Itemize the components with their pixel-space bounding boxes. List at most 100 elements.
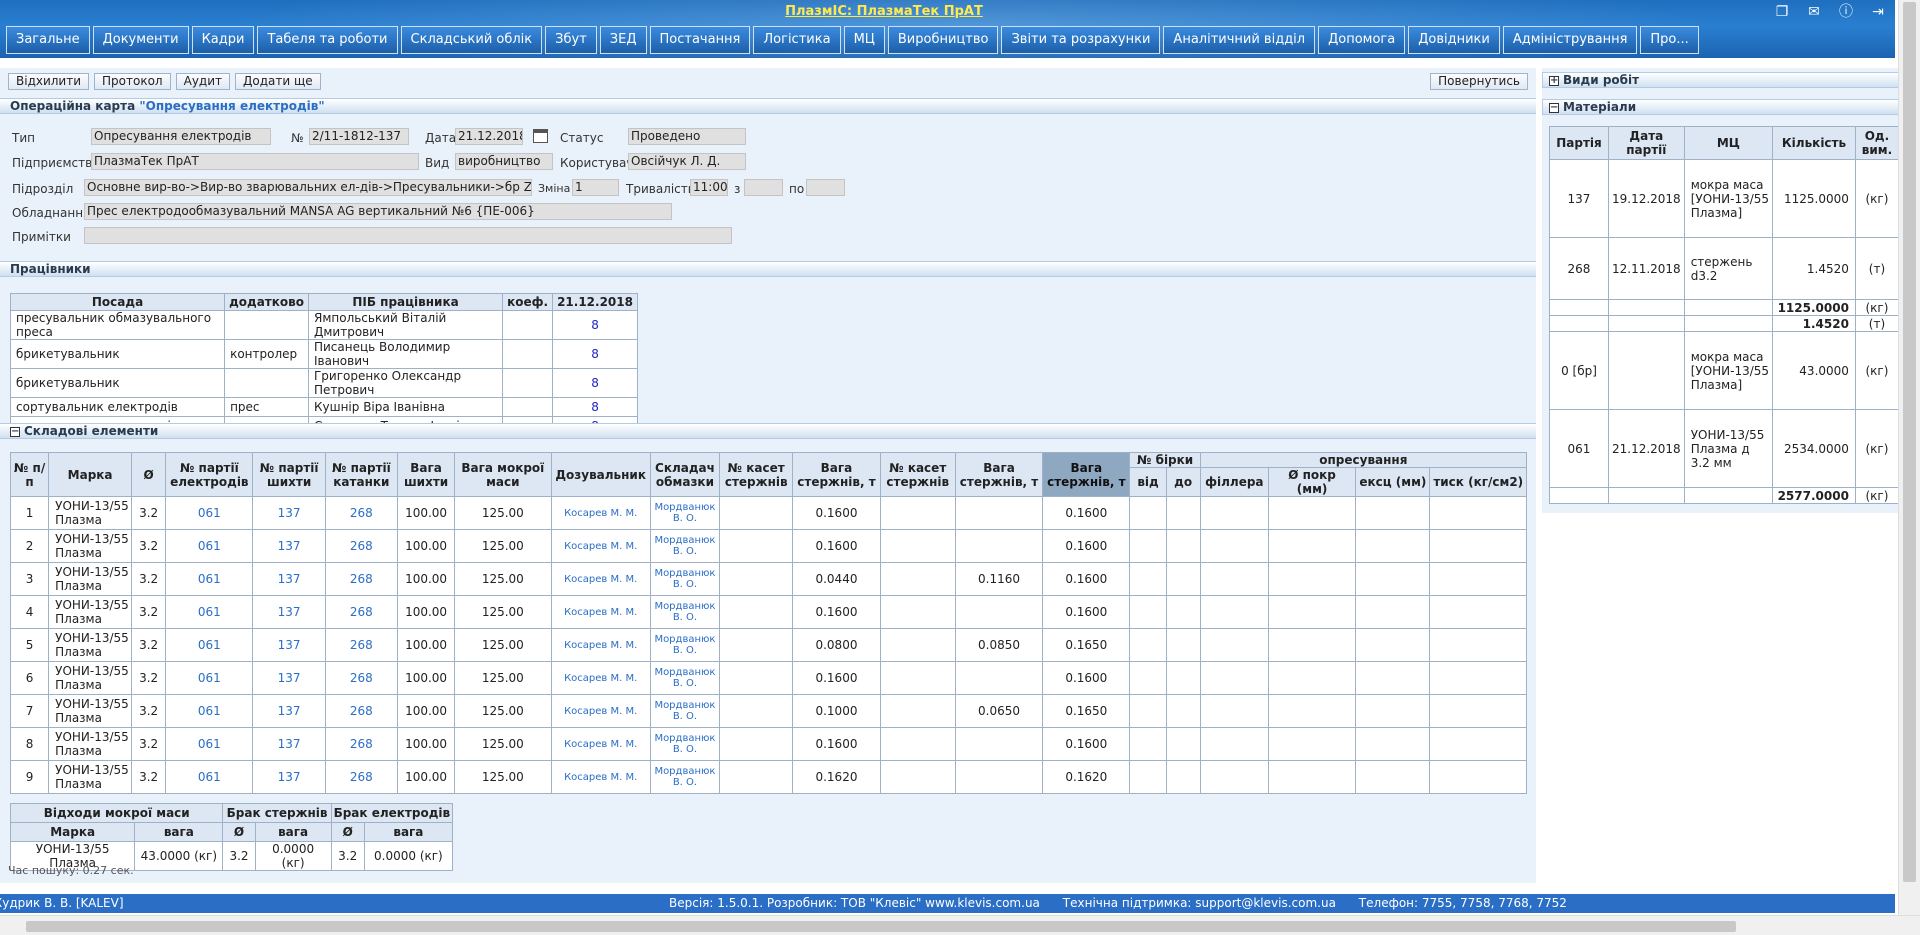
vertical-scrollbar[interactable] [1898, 0, 1920, 915]
mail-icon[interactable]: ✉ [1805, 4, 1823, 20]
menu-item-sales[interactable]: Збут [545, 26, 597, 54]
cell-batch-rod[interactable]: 268 [324, 727, 398, 761]
protocol-button[interactable]: Протокол [94, 73, 171, 90]
menu-item-personnel[interactable]: Кадри [191, 26, 255, 54]
reject-button[interactable]: Відхилити [8, 73, 90, 90]
equipment-field[interactable]: Прес електродообмазувальний MANSA AG вер… [84, 203, 672, 220]
cell-doser[interactable]: Косарев М. М. [550, 496, 651, 530]
menu-item-documents[interactable]: Документи [92, 26, 189, 54]
division-field[interactable]: Основне вир-во->Вир-во зварювальних ел-д… [84, 179, 532, 196]
table-row[interactable]: брикетувальник Григоренко Олександр Петр… [9, 368, 638, 398]
windows-icon[interactable]: ❐ [1773, 4, 1791, 20]
menu-item-logistics[interactable]: Логістика [753, 26, 841, 54]
cell-composer[interactable]: Мордванюк В. О. [649, 529, 721, 563]
table-row[interactable]: 7 УОНИ-13/55 Плазма 3.2 061 137 268 100.00 125.… [9, 694, 1527, 728]
table-row[interactable]: 5 УОНИ-13/55 Плазма 3.2 061 137 268 100.00 125.… [9, 628, 1527, 662]
menu-item-timesheets[interactable]: Табеля та роботи [257, 26, 398, 54]
cell-composer[interactable]: Мордванюк В. О. [649, 694, 721, 728]
menu-item-foreign-trade[interactable]: ЗЕД [599, 26, 647, 54]
table-row[interactable]: 1 УОНИ-13/55 Плазма 3.2 061 137 268 100.00 125.… [9, 496, 1527, 530]
cell-batch-el[interactable]: 061 [165, 727, 254, 761]
menu-item-administration[interactable]: Адміністрування [1502, 26, 1638, 54]
table-row[interactable]: 2 УОНИ-13/55 Плазма 3.2 061 137 268 100.00 125.… [9, 529, 1527, 563]
cell-doser[interactable]: Косарев М. М. [550, 628, 651, 662]
menu-item-mc[interactable]: МЦ [843, 26, 885, 54]
info-icon[interactable]: ⓘ [1837, 4, 1855, 20]
notes-field[interactable] [84, 227, 732, 244]
cell-batch-el[interactable]: 061 [165, 760, 254, 794]
cell-batch-el[interactable]: 061 [165, 694, 254, 728]
hours-link[interactable]: 8 [552, 397, 638, 417]
enterprise-field[interactable]: ПлазмаТек ПрАТ [91, 153, 419, 170]
cell-composer[interactable]: Мордванюк В. О. [649, 595, 721, 629]
menu-item-help[interactable]: Допомога [1318, 26, 1406, 54]
collapse-icon[interactable]: − [10, 426, 20, 437]
duration-field[interactable]: 11:00 [690, 179, 728, 196]
scroll-thumb[interactable] [1903, 2, 1916, 882]
cell-doser[interactable]: Косарев М. М. [550, 694, 651, 728]
number-field[interactable]: 2/11-1812-137 [309, 128, 409, 145]
scroll-thumb[interactable] [26, 921, 1736, 932]
menu-item-directories[interactable]: Довідники [1408, 26, 1500, 54]
cell-batch-el[interactable]: 061 [165, 496, 254, 530]
cell-composer[interactable]: Мордванюк В. О. [649, 661, 721, 695]
cell-batch-rod[interactable]: 268 [324, 661, 398, 695]
hours-link[interactable]: 8 [552, 368, 638, 398]
return-button[interactable]: Повернутись [1430, 73, 1528, 90]
cell-batch-rod[interactable]: 268 [324, 496, 398, 530]
cell-batch-ch[interactable]: 137 [252, 727, 326, 761]
cell-batch-ch[interactable]: 137 [252, 496, 326, 530]
cell-batch-ch[interactable]: 137 [252, 628, 326, 662]
menu-item-analytics[interactable]: Аналітичний відділ [1163, 26, 1316, 54]
table-row[interactable]: 8 УОНИ-13/55 Плазма 3.2 061 137 268 100.00 125.… [9, 727, 1527, 761]
menu-item-reports[interactable]: Звіти та розрахунки [1001, 26, 1161, 54]
cell-batch-ch[interactable]: 137 [252, 529, 326, 563]
cell-batch-rod[interactable]: 268 [324, 694, 398, 728]
horizontal-scrollbar[interactable] [0, 915, 1920, 935]
table-row[interactable]: 9 УОНИ-13/55 Плазма 3.2 061 137 268 100.00 125.… [9, 760, 1527, 794]
menu-item-production[interactable]: Виробництво [887, 26, 999, 54]
expand-icon[interactable]: + [1549, 75, 1559, 86]
hours-link[interactable]: 8 [552, 310, 638, 340]
cell-batch-el[interactable]: 061 [165, 661, 254, 695]
status-field[interactable]: Проведено [628, 128, 746, 145]
type-field[interactable]: Опресування електродів [91, 128, 271, 145]
cell-composer[interactable]: Мордванюк В. О. [649, 727, 721, 761]
cell-doser[interactable]: Косарев М. М. [550, 727, 651, 761]
audit-button[interactable]: Аудит [175, 73, 231, 90]
add-more-button[interactable]: Додати ще [235, 73, 321, 90]
cell-doser[interactable]: Косарев М. М. [550, 760, 651, 794]
user-field[interactable]: Овсійчук Л. Д. [628, 153, 746, 170]
table-row[interactable]: пресувальник обмазувального преса Ямполь… [9, 310, 638, 340]
works-section-header[interactable]: + Види робіт [1542, 72, 1904, 88]
cell-batch-ch[interactable]: 137 [252, 562, 326, 596]
shift-field[interactable]: 1 [572, 179, 619, 196]
cell-batch-rod[interactable]: 268 [324, 760, 398, 794]
materials-section-header[interactable]: − Матеріали [1542, 99, 1904, 115]
cell-batch-el[interactable]: 061 [165, 595, 254, 629]
table-row[interactable]: 4 УОНИ-13/55 Плазма 3.2 061 137 268 100.00 125.… [9, 595, 1527, 629]
cell-composer[interactable]: Мордванюк В. О. [649, 496, 721, 530]
cell-batch-rod[interactable]: 268 [324, 562, 398, 596]
table-row[interactable]: 3 УОНИ-13/55 Плазма 3.2 061 137 268 100.00 125.… [9, 562, 1527, 596]
time-to-field[interactable] [806, 179, 845, 196]
cell-batch-el[interactable]: 061 [165, 628, 254, 662]
time-from-field[interactable] [744, 179, 783, 196]
cell-composer[interactable]: Мордванюк В. О. [649, 760, 721, 794]
table-row[interactable]: 6 УОНИ-13/55 Плазма 3.2 061 137 268 100.00 125.… [9, 661, 1527, 695]
hours-link[interactable]: 8 [552, 339, 638, 369]
table-row[interactable]: брикетувальник контролер Писанець Володи… [9, 339, 638, 369]
cell-doser[interactable]: Косарев М. М. [550, 661, 651, 695]
menu-item-about[interactable]: Про... [1640, 26, 1699, 54]
cell-doser[interactable]: Косарев М. М. [550, 562, 651, 596]
collapse-icon[interactable]: − [1549, 102, 1559, 113]
kind-field[interactable]: виробництво [455, 153, 553, 170]
cell-doser[interactable]: Косарев М. М. [550, 529, 651, 563]
logout-icon[interactable]: ⇥ [1869, 4, 1887, 20]
menu-item-general[interactable]: Загальне [6, 26, 90, 54]
cell-batch-ch[interactable]: 137 [252, 661, 326, 695]
cell-batch-el[interactable]: 061 [165, 529, 254, 563]
cell-doser[interactable]: Косарев М. М. [550, 595, 651, 629]
date-field[interactable]: 21.12.2018 [455, 128, 523, 145]
cell-composer[interactable]: Мордванюк В. О. [649, 628, 721, 662]
